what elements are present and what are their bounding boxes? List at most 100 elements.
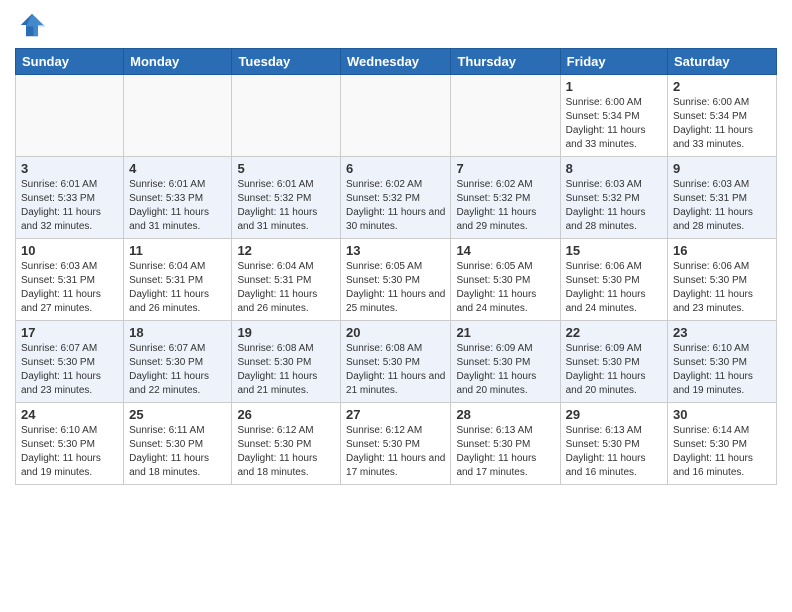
day-info: Sunrise: 6:08 AMSunset: 5:30 PMDaylight:… <box>346 342 445 398</box>
day-cell-8: 8Sunrise: 6:03 AMSunset: 5:32 PMDaylight… <box>560 157 667 239</box>
day-number: 5 <box>237 161 335 176</box>
day-cell-11: 11Sunrise: 6:04 AMSunset: 5:31 PMDayligh… <box>124 239 232 321</box>
day-cell-21: 21Sunrise: 6:09 AMSunset: 5:30 PMDayligh… <box>451 321 560 403</box>
day-cell-1: 1 Sunrise: 6:00 AMSunset: 5:34 PMDaylight… <box>560 75 667 157</box>
day-info: Sunrise: 6:04 AMSunset: 5:31 PMDaylight:… <box>129 260 226 316</box>
day-number: 6 <box>346 161 445 176</box>
day-info: Sunrise: 6:06 AMSunset: 5:30 PMDaylight:… <box>673 260 771 316</box>
day-number: 25 <box>129 407 226 422</box>
day-number: 24 <box>21 407 118 422</box>
day-info: Sunrise: 6:05 AMSunset: 5:30 PMDaylight:… <box>346 260 445 316</box>
calendar-week-1: 1 Sunrise: 6:00 AMSunset: 5:34 PMDaylight… <box>16 75 777 157</box>
day-number: 16 <box>673 243 771 258</box>
day-number: 3 <box>21 161 118 176</box>
day-number: 18 <box>129 325 226 340</box>
day-info: Sunrise: 6:08 AMSunset: 5:30 PMDaylight:… <box>237 342 335 398</box>
day-cell-6: 6 Sunrise: 6:02 AMSunset: 5:32 PMDaylight… <box>341 157 451 239</box>
day-header-thursday: Thursday <box>451 49 560 75</box>
day-cell-30: 30Sunrise: 6:14 AMSunset: 5:30 PMDayligh… <box>668 403 777 485</box>
day-number: 22 <box>566 325 662 340</box>
calendar: SundayMondayTuesdayWednesdayThursdayFrid… <box>15 48 777 485</box>
day-number: 27 <box>346 407 445 422</box>
day-info: Sunrise: 6:13 AMSunset: 5:30 PMDaylight:… <box>456 424 554 480</box>
day-info: Sunrise: 6:02 AMSunset: 5:32 PMDaylight:… <box>456 178 554 234</box>
day-info: Sunrise: 6:06 AMSunset: 5:30 PMDaylight:… <box>566 260 662 316</box>
calendar-week-4: 17 Sunrise: 6:07 AMSunset: 5:30 PMDayligh… <box>16 321 777 403</box>
day-cell-16: 16 Sunrise: 6:06 AMSunset: 5:30 PMDayligh… <box>668 239 777 321</box>
day-cell-17: 17 Sunrise: 6:07 AMSunset: 5:30 PMDayligh… <box>16 321 124 403</box>
day-number: 9 <box>673 161 771 176</box>
day-header-tuesday: Tuesday <box>232 49 341 75</box>
day-info: Sunrise: 6:10 AMSunset: 5:30 PMDaylight:… <box>21 424 118 480</box>
day-info: Sunrise: 6:01 AMSunset: 5:32 PMDaylight:… <box>237 178 335 234</box>
day-number: 8 <box>566 161 662 176</box>
header <box>15 10 777 40</box>
day-info: Sunrise: 6:03 AMSunset: 5:31 PMDaylight:… <box>673 178 771 234</box>
calendar-week-3: 10 Sunrise: 6:03 AMSunset: 5:31 PMDayligh… <box>16 239 777 321</box>
day-header-friday: Friday <box>560 49 667 75</box>
day-number: 30 <box>673 407 771 422</box>
day-info: Sunrise: 6:12 AMSunset: 5:30 PMDaylight:… <box>346 424 445 480</box>
empty-cell <box>451 75 560 157</box>
day-cell-19: 19Sunrise: 6:08 AMSunset: 5:30 PMDayligh… <box>232 321 341 403</box>
day-info: Sunrise: 6:04 AMSunset: 5:31 PMDaylight:… <box>237 260 335 316</box>
day-info: Sunrise: 6:11 AMSunset: 5:30 PMDaylight:… <box>129 424 226 480</box>
day-info: Sunrise: 6:12 AMSunset: 5:30 PMDaylight:… <box>237 424 335 480</box>
day-number: 13 <box>346 243 445 258</box>
day-cell-2: 2 Sunrise: 6:00 AMSunset: 5:34 PMDaylight… <box>668 75 777 157</box>
day-number: 15 <box>566 243 662 258</box>
day-number: 21 <box>456 325 554 340</box>
day-cell-7: 7 Sunrise: 6:02 AMSunset: 5:32 PMDaylight… <box>451 157 560 239</box>
day-number: 20 <box>346 325 445 340</box>
day-number: 4 <box>129 161 226 176</box>
day-info: Sunrise: 6:01 AMSunset: 5:33 PMDaylight:… <box>129 178 226 234</box>
day-header-wednesday: Wednesday <box>341 49 451 75</box>
day-cell-10: 10 Sunrise: 6:03 AMSunset: 5:31 PMDayligh… <box>16 239 124 321</box>
day-number: 23 <box>673 325 771 340</box>
day-header-sunday: Sunday <box>16 49 124 75</box>
calendar-header-row: SundayMondayTuesdayWednesdayThursdayFrid… <box>16 49 777 75</box>
day-number: 10 <box>21 243 118 258</box>
page: SundayMondayTuesdayWednesdayThursdayFrid… <box>0 0 792 495</box>
day-header-saturday: Saturday <box>668 49 777 75</box>
day-cell-5: 5 Sunrise: 6:01 AMSunset: 5:32 PMDaylight… <box>232 157 341 239</box>
day-info: Sunrise: 6:03 AMSunset: 5:31 PMDaylight:… <box>21 260 118 316</box>
day-info: Sunrise: 6:00 AMSunset: 5:34 PMDaylight:… <box>566 96 662 152</box>
day-cell-28: 28 Sunrise: 6:13 AMSunset: 5:30 PMDayligh… <box>451 403 560 485</box>
day-number: 2 <box>673 79 771 94</box>
day-cell-9: 9 Sunrise: 6:03 AMSunset: 5:31 PMDaylight… <box>668 157 777 239</box>
day-number: 12 <box>237 243 335 258</box>
empty-cell <box>341 75 451 157</box>
day-info: Sunrise: 6:07 AMSunset: 5:30 PMDaylight:… <box>129 342 226 398</box>
day-number: 28 <box>456 407 554 422</box>
day-cell-26: 26Sunrise: 6:12 AMSunset: 5:30 PMDayligh… <box>232 403 341 485</box>
logo <box>15 10 47 40</box>
calendar-week-2: 3 Sunrise: 6:01 AMSunset: 5:33 PMDaylight… <box>16 157 777 239</box>
day-cell-13: 13 Sunrise: 6:05 AMSunset: 5:30 PMDayligh… <box>341 239 451 321</box>
day-info: Sunrise: 6:13 AMSunset: 5:30 PMDaylight:… <box>566 424 662 480</box>
day-cell-12: 12 Sunrise: 6:04 AMSunset: 5:31 PMDayligh… <box>232 239 341 321</box>
empty-cell <box>16 75 124 157</box>
day-info: Sunrise: 6:01 AMSunset: 5:33 PMDaylight:… <box>21 178 118 234</box>
day-cell-24: 24 Sunrise: 6:10 AMSunset: 5:30 PMDayligh… <box>16 403 124 485</box>
empty-cell <box>232 75 341 157</box>
day-cell-20: 20 Sunrise: 6:08 AMSunset: 5:30 PMDayligh… <box>341 321 451 403</box>
day-header-monday: Monday <box>124 49 232 75</box>
day-cell-22: 22 Sunrise: 6:09 AMSunset: 5:30 PMDayligh… <box>560 321 667 403</box>
day-cell-23: 23Sunrise: 6:10 AMSunset: 5:30 PMDayligh… <box>668 321 777 403</box>
day-number: 29 <box>566 407 662 422</box>
day-number: 7 <box>456 161 554 176</box>
day-number: 1 <box>566 79 662 94</box>
day-info: Sunrise: 6:09 AMSunset: 5:30 PMDaylight:… <box>566 342 662 398</box>
day-info: Sunrise: 6:07 AMSunset: 5:30 PMDaylight:… <box>21 342 118 398</box>
day-number: 14 <box>456 243 554 258</box>
day-info: Sunrise: 6:02 AMSunset: 5:32 PMDaylight:… <box>346 178 445 234</box>
day-info: Sunrise: 6:00 AMSunset: 5:34 PMDaylight:… <box>673 96 771 152</box>
calendar-week-5: 24 Sunrise: 6:10 AMSunset: 5:30 PMDayligh… <box>16 403 777 485</box>
day-number: 17 <box>21 325 118 340</box>
day-cell-18: 18 Sunrise: 6:07 AMSunset: 5:30 PMDayligh… <box>124 321 232 403</box>
day-cell-14: 14Sunrise: 6:05 AMSunset: 5:30 PMDayligh… <box>451 239 560 321</box>
day-cell-29: 29 Sunrise: 6:13 AMSunset: 5:30 PMDayligh… <box>560 403 667 485</box>
day-cell-27: 27 Sunrise: 6:12 AMSunset: 5:30 PMDayligh… <box>341 403 451 485</box>
logo-icon <box>17 10 47 40</box>
